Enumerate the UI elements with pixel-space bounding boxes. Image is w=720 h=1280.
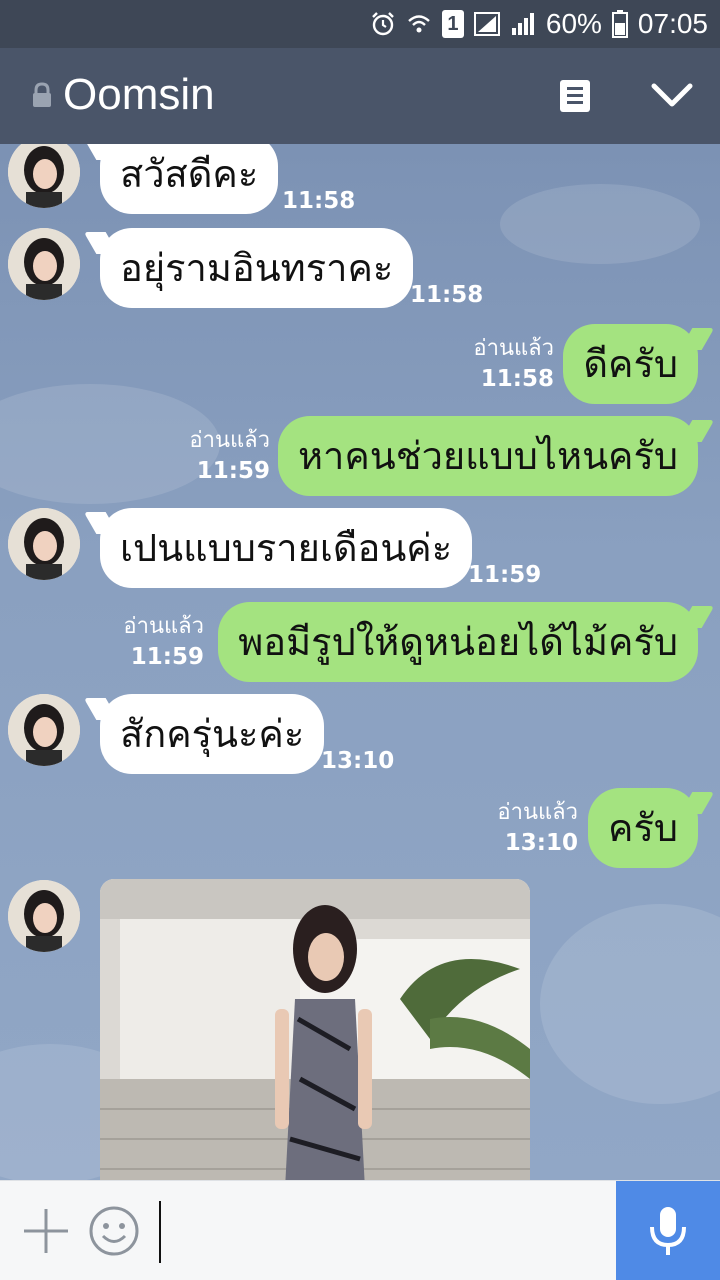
message-meta: อ่านแล้ว 11:59	[189, 426, 270, 486]
message-meta: อ่านแล้ว 13:10	[497, 798, 578, 858]
contact-avatar[interactable]	[8, 508, 80, 580]
emoji-icon[interactable]	[88, 1205, 140, 1257]
lock-icon	[33, 82, 51, 107]
message-meta: อ่านแล้ว 11:58	[473, 334, 554, 394]
sim-icon: 1	[441, 10, 464, 38]
contact-avatar[interactable]	[8, 694, 80, 766]
notes-icon[interactable]	[558, 78, 592, 114]
message-time: 11:59	[468, 562, 542, 588]
background-cloud	[0, 384, 220, 504]
contact-avatar[interactable]	[8, 228, 80, 300]
photo-message[interactable]	[100, 879, 530, 1180]
clock: 07:05	[637, 8, 708, 39]
message-time: 11:59	[196, 458, 270, 484]
message-bubble-incoming[interactable]: สักครุ่นะค่ะ	[100, 694, 325, 774]
message-text: ครับ	[608, 806, 678, 850]
message-time: 11:58	[410, 282, 484, 308]
message-time: 13:10	[504, 830, 578, 856]
message-bubble-outgoing[interactable]: พอมีรูปให้ดูหน่อยได้ไม้ครับ	[218, 602, 698, 682]
battery-icon	[611, 10, 628, 38]
message-text: พอมีรูปให้ดูหน่อยได้ไม้ครับ	[238, 620, 678, 664]
message-time: 11:58	[282, 188, 356, 214]
message-input[interactable]	[165, 1201, 605, 1263]
message-time: 11:59	[130, 644, 204, 670]
message-bubble-incoming[interactable]: เปนแบบรายเดือนค่ะ	[100, 508, 473, 588]
message-text: หาคนช่วยแบบไหนครับ	[298, 434, 678, 478]
chat-area[interactable]: สวัสดีคะ 11:58 อยุ่รามอินทราคะ 11:58 อ่า…	[0, 144, 720, 1180]
read-receipt: อ่านแล้ว	[473, 336, 554, 361]
message-text: ดีครับ	[583, 342, 678, 386]
microphone-button[interactable]	[616, 1181, 720, 1280]
contact-avatar[interactable]	[8, 144, 80, 208]
signal-icon	[473, 12, 500, 36]
text-cursor	[159, 1201, 161, 1263]
signal-bars-icon	[511, 13, 534, 35]
read-receipt: อ่านแล้ว	[123, 614, 204, 639]
message-time: 13:10	[321, 748, 395, 774]
microphone-icon	[650, 1207, 686, 1255]
message-text: เปนแบบรายเดือนค่ะ	[120, 526, 453, 570]
battery-percent: 60%	[545, 8, 602, 39]
read-receipt: อ่านแล้ว	[189, 428, 270, 453]
background-cloud	[540, 904, 720, 1104]
status-bar: 1 60% 07:05	[0, 0, 720, 48]
message-text: สวัสดีคะ	[120, 152, 259, 196]
message-text: อยุ่รามอินทราคะ	[120, 246, 394, 290]
message-time: 11:58	[480, 366, 554, 392]
message-bubble-incoming[interactable]: สวัสดีคะ	[100, 144, 279, 214]
chat-title[interactable]: Oomsin	[63, 68, 215, 122]
message-meta: อ่านแล้ว 11:59	[123, 612, 204, 672]
alarm-icon	[372, 12, 394, 36]
plus-icon[interactable]	[22, 1207, 70, 1255]
contact-avatar[interactable]	[8, 880, 80, 952]
photo-image	[100, 879, 530, 1180]
chat-header: Oomsin	[0, 48, 720, 144]
message-input-bar	[0, 1180, 720, 1280]
background-cloud	[500, 184, 700, 264]
chevron-down-icon[interactable]	[648, 76, 696, 116]
message-bubble-outgoing[interactable]: ดีครับ	[563, 324, 698, 404]
wifi-icon	[408, 15, 430, 33]
message-bubble-outgoing[interactable]: หาคนช่วยแบบไหนครับ	[278, 416, 698, 496]
message-bubble-outgoing[interactable]: ครับ	[588, 788, 698, 868]
read-receipt: อ่านแล้ว	[497, 800, 578, 825]
message-text: สักครุ่นะค่ะ	[120, 712, 305, 756]
message-bubble-incoming[interactable]: อยุ่รามอินทราคะ	[100, 228, 414, 308]
